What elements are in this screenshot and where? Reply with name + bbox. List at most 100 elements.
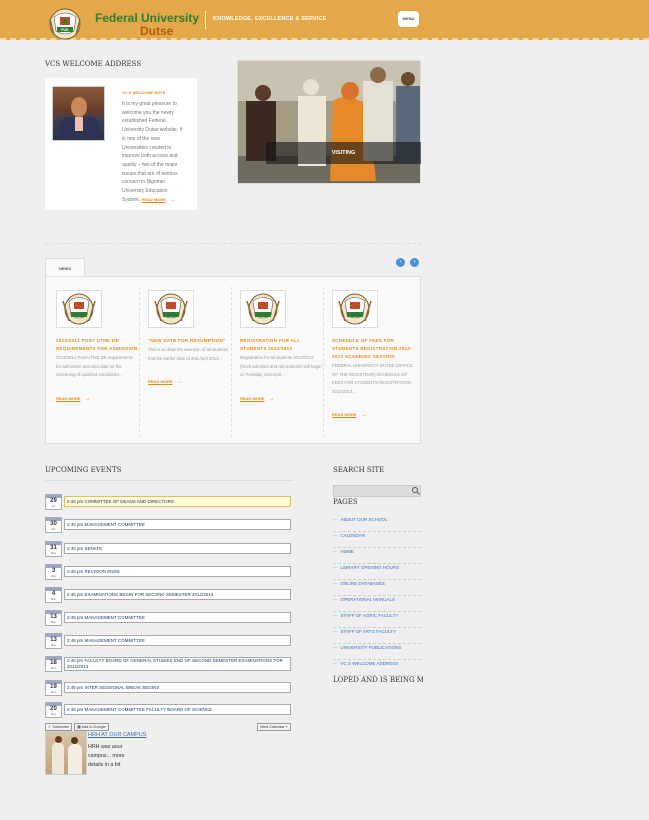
crest-thumbnail[interactable] [56,290,102,328]
dash-icon: — [333,581,338,586]
sidebar-page-link[interactable]: — STAFF OF AGRIC FACULTY [333,612,421,628]
sidebar-page-link[interactable]: — LIBRARY OPENING HOURS [333,564,421,580]
event-row[interactable]: 20 May 2:45 pm MANAGEMENT COMMITTEE FACUL… [45,702,292,718]
event-link[interactable]: 2:45 pm MANAGEMENT COMMITTEE [64,635,291,646]
dash-icon: — [333,549,338,554]
news-divider [231,287,232,437]
vc-note-heading[interactable]: VC S WELCOME NOTE [122,90,166,95]
event-link[interactable]: 2:45 pm MANAGEMENT COMMITTEE FACULTY BOA… [64,704,291,715]
dash-icon: — [333,533,338,538]
sidebar-page-link[interactable]: — UNIVERSITY PUBLICATIONS [333,644,421,660]
sidebar-page-link[interactable]: — STAFF OF ARTS FACULTY [333,628,421,644]
dash-icon: — [333,645,338,650]
university-crest-logo[interactable]: FUD [46,7,84,43]
news-excerpt: Registration for all students 2012/2013 … [240,355,322,377]
vc-section-title: VCS WELCOME ADDRESS [45,60,142,68]
event-link[interactable]: 2:45 pm FACULTY BOARD OF GENERAL STUDIES… [64,657,291,671]
event-row[interactable]: 3 May 2:45 pm REVISION ENDS [45,564,292,580]
sidebar-page-link[interactable]: — ONLINE DATABASES [333,580,421,596]
event-link[interactable]: 2:45 pm COMMITTEE OF DEANS AND DIRECTORS [64,496,291,507]
view-calendar-label: View Calendar [260,725,285,729]
event-row[interactable]: 13 May 2:45 pm MANAGEMENT COMMITTEE [45,633,292,649]
news-excerpt: 2013/2014 Post UTME DE requirements for … [56,355,133,377]
image-slider[interactable] [237,60,421,184]
news-title[interactable]: "NEW DATE FOR RESUMPTION" [148,337,230,345]
event-row[interactable]: 29 Apr 2:45 pm COMMITTEE OF DEANS AND DIR… [45,494,292,510]
sidebar-page-link[interactable]: — CALENDAR [333,532,421,548]
event-row[interactable]: 30 Apr 2:45 pm MANAGEMENT COMMITTEE [45,517,292,533]
add-to-google-button[interactable]: ▦ Add to Google [74,723,109,731]
sidebar-page-link[interactable]: — ABOUT OUR SCHOOL [333,516,421,532]
arrow-right-icon: → [84,395,91,402]
arrow-right-icon: → [360,412,367,418]
event-link[interactable]: 2:45 pm INTER SESSIONAL BREAK BEGINS [64,682,291,693]
news-item: 2013/2014 POST UTME DE REQUIREMENTS FOR … [56,290,138,405]
event-row[interactable]: 31 May 2:45 pm SENATE [45,541,292,557]
event-link[interactable]: 2:45 pm SENATE [64,543,291,554]
read-more-link[interactable]: READ MORE [240,396,264,401]
events-title: UPCOMING EVENTS [45,466,122,474]
crest-thumbnail[interactable] [332,290,378,328]
event-link[interactable]: 2:45 pm MANAGEMENT COMMITTEE [64,612,291,623]
calendar-date-icon: 18 May [45,656,62,672]
news-title[interactable]: REGISTRATION FOR ALL STUDENTS 2012/2013 [240,337,322,353]
event-row[interactable]: 13 May 2:45 pm MANAGEMENT COMMITTEE [45,610,292,626]
sidebar-page-link[interactable]: — VC S WELCOME ADDRESS [333,660,421,676]
sidebar-page-link[interactable]: — HOME [333,548,421,564]
calendar-date-icon: 29 Apr [45,494,62,510]
event-link[interactable]: 2:45 pm EXAMINATIONS BEGIN FOR SECOND SE… [64,589,291,600]
search-title: SEARCH SITE [333,466,385,474]
dash-icon: — [333,597,338,602]
event-row[interactable]: 4 May 2:45 pm EXAMINATIONS BEGIN FOR SECO… [45,587,292,603]
menu-button[interactable]: MENU [398,11,419,27]
event-link[interactable]: 2:45 pm REVISION ENDS [64,566,291,577]
news-item: "NEW DATE FOR RESUMPTION" This is to dra… [148,290,230,388]
view-calendar-button[interactable]: View Calendar + [257,723,291,731]
news-divider [323,287,324,437]
vc-note-body: It is my great pleasure to welcome you t… [122,101,183,203]
read-more-link[interactable]: READ MORE [148,379,172,384]
pages-title: PAGES [333,498,358,506]
search-icon[interactable] [410,485,422,497]
news-title[interactable]: SCHEDULE OF FEES FOR STUDENTS REGISTRATI… [332,337,414,361]
arrow-right-icon: → [268,395,275,402]
event-link[interactable]: 2:45 pm MANAGEMENT COMMITTEE [64,519,291,530]
news-item: SCHEDULE OF FEES FOR STUDENTS REGISTRATI… [332,290,414,421]
read-more-link[interactable]: READ MORE [332,412,356,417]
calendar-date-icon: 13 May [45,610,62,626]
add-to-google-label: Add to Google [81,725,106,729]
search-input[interactable] [333,485,421,497]
header-divider [205,11,206,29]
hrh-campus-photo[interactable] [45,731,87,775]
university-name-sub[interactable]: Dutse [140,24,173,38]
subscribe-button[interactable]: ✓ Subscribe [45,723,73,731]
event-row[interactable]: 18 May 2:45 pm FACULTY BOARD OF GENERAL S… [45,656,292,672]
dash-icon: — [333,629,338,634]
news-item: REGISTRATION FOR ALL STUDENTS 2012/2013 … [240,290,322,405]
university-name[interactable]: Federal University [95,11,199,25]
crest-thumbnail[interactable] [148,290,194,328]
calendar-date-icon: 30 Apr [45,517,62,533]
maintainer-note: LOPED AND IS BEING MAINTAI [333,676,423,684]
vc-read-more-link[interactable]: READ MORE [141,197,165,202]
calendar-date-icon: 19 May [45,680,62,696]
crest-thumbnail[interactable] [240,290,286,328]
sidebar-page-link[interactable]: — OPERATIONAL MANUALS [333,596,421,612]
read-more-link[interactable]: READ MORE [56,396,80,401]
vc-note-text: It is my great pleasure to welcome you t… [122,100,184,204]
slider-caption[interactable]: VISITING [266,142,421,164]
vc-portrait-photo [52,86,105,141]
calendar-date-icon: 31 May [45,541,62,557]
site-motto: KNOWLEDGE, EXCELLENCE & SERVICE [213,16,327,22]
chevron-right-icon[interactable]: › [410,258,419,267]
tab-news[interactable]: NEWS [45,258,85,277]
news-panel: 2013/2014 POST UTME DE REQUIREMENTS FOR … [45,276,421,444]
news-title[interactable]: 2013/2014 POST UTME DE REQUIREMENTS FOR … [56,337,138,353]
events-divider [45,480,293,481]
calendar-date-icon: 4 May [45,587,62,603]
chevron-left-icon[interactable]: ‹ [396,258,405,267]
slider-photo [238,61,420,183]
event-row[interactable]: 19 May 2:45 pm INTER SESSIONAL BREAK BEGI… [45,680,292,696]
calendar-date-icon: 20 May [45,702,62,718]
hrh-post-title[interactable]: HRH AT OUR CAMPUS [88,732,146,738]
